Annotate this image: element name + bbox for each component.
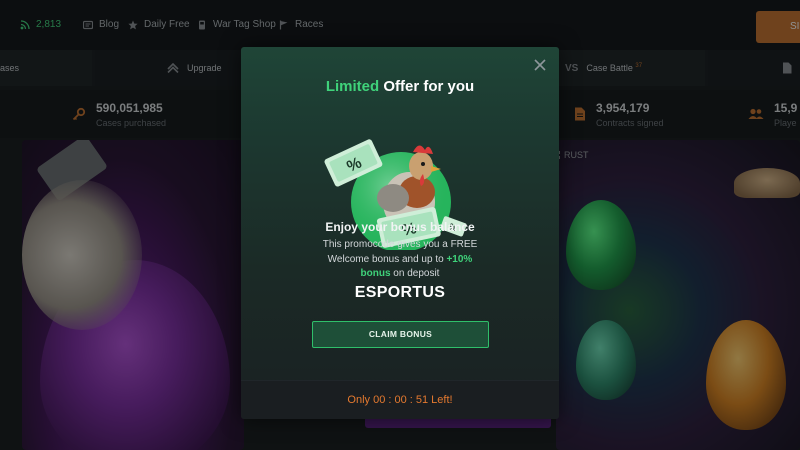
modal-title: Limited Offer for you: [241, 78, 559, 95]
bonus-description: This promocode gives you a FREE Welcome …: [300, 238, 500, 282]
bonus-percent: +10%: [446, 253, 473, 265]
countdown-bar: Only 00 : 00 : 51 Left!: [241, 380, 559, 419]
bonus-desc-line1: This promocode gives you a FREE: [322, 239, 478, 250]
claim-bonus-button[interactable]: CLAIM BONUS: [312, 321, 489, 348]
bonus-word: bonus: [360, 268, 391, 279]
modal-title-rest: Offer for you: [383, 78, 475, 95]
limited-offer-modal: Limited Offer for you % % % Enjoy your b…: [241, 47, 559, 419]
bonus-heading: Enjoy your bonus balance: [325, 220, 475, 234]
page: 2,813 Blog Daily Free War Tag Shop Races…: [0, 0, 800, 450]
close-icon[interactable]: [533, 58, 547, 72]
bonus-desc-line2: Welcome bonus and up to +10%: [327, 253, 473, 265]
modal-title-highlight: Limited: [325, 78, 380, 95]
bonus-desc-line3: bonus on deposit: [360, 268, 440, 279]
promo-code: ESPORTUS: [354, 284, 446, 301]
countdown-text: Only 00 : 00 : 51 Left!: [347, 394, 453, 406]
